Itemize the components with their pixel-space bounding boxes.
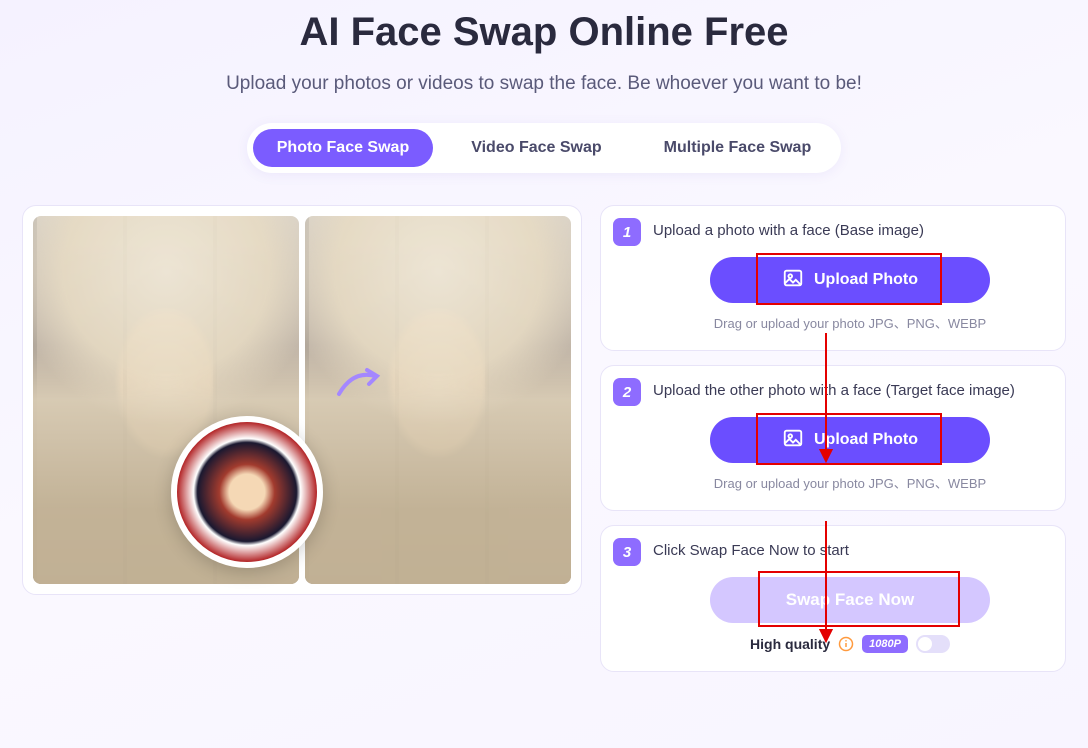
resolution-badge: 1080P [862,635,908,653]
swap-arrow-icon [335,364,383,407]
tab-video-face-swap[interactable]: Video Face Swap [447,129,625,167]
upload-base-photo-label: Upload Photo [814,271,918,289]
swap-face-now-button[interactable]: Swap Face Now [710,577,990,623]
tab-photo-face-swap[interactable]: Photo Face Swap [253,129,433,167]
preview-card [22,205,582,595]
step-3-label: Click Swap Face Now to start [653,540,1047,561]
steps-column: 1 Upload a photo with a face (Base image… [600,205,1066,672]
step-1-card: 1 Upload a photo with a face (Base image… [600,205,1066,351]
step-2-helper: Drag or upload your photo JPG、PNG、WEBP [653,473,1047,492]
step-3-number: 3 [613,538,641,566]
flow-arrow-icon [816,521,836,648]
flow-arrow-icon [816,333,836,468]
source-face-bubble [171,416,323,568]
step-1-label: Upload a photo with a face (Base image) [653,220,1047,241]
image-icon [782,427,804,454]
page-title: AI Face Swap Online Free [299,10,788,55]
tab-multiple-face-swap[interactable]: Multiple Face Swap [640,129,836,167]
step-1-helper: Drag or upload your photo JPG、PNG、WEBP [653,313,1047,332]
step-2-number: 2 [613,378,641,406]
step-1-number: 1 [613,218,641,246]
upload-base-photo-button[interactable]: Upload Photo [710,257,990,303]
page-subtitle: Upload your photos or videos to swap the… [226,73,862,95]
info-icon[interactable] [838,636,854,652]
upload-target-photo-button[interactable]: Upload Photo [710,417,990,463]
image-icon [782,267,804,294]
high-quality-toggle[interactable] [916,635,950,653]
mode-tabs: Photo Face Swap Video Face Swap Multiple… [247,123,841,173]
swap-face-now-label: Swap Face Now [786,590,914,610]
step-2-label: Upload the other photo with a face (Targ… [653,380,1047,401]
quality-row: High quality 1080P [653,635,1047,653]
